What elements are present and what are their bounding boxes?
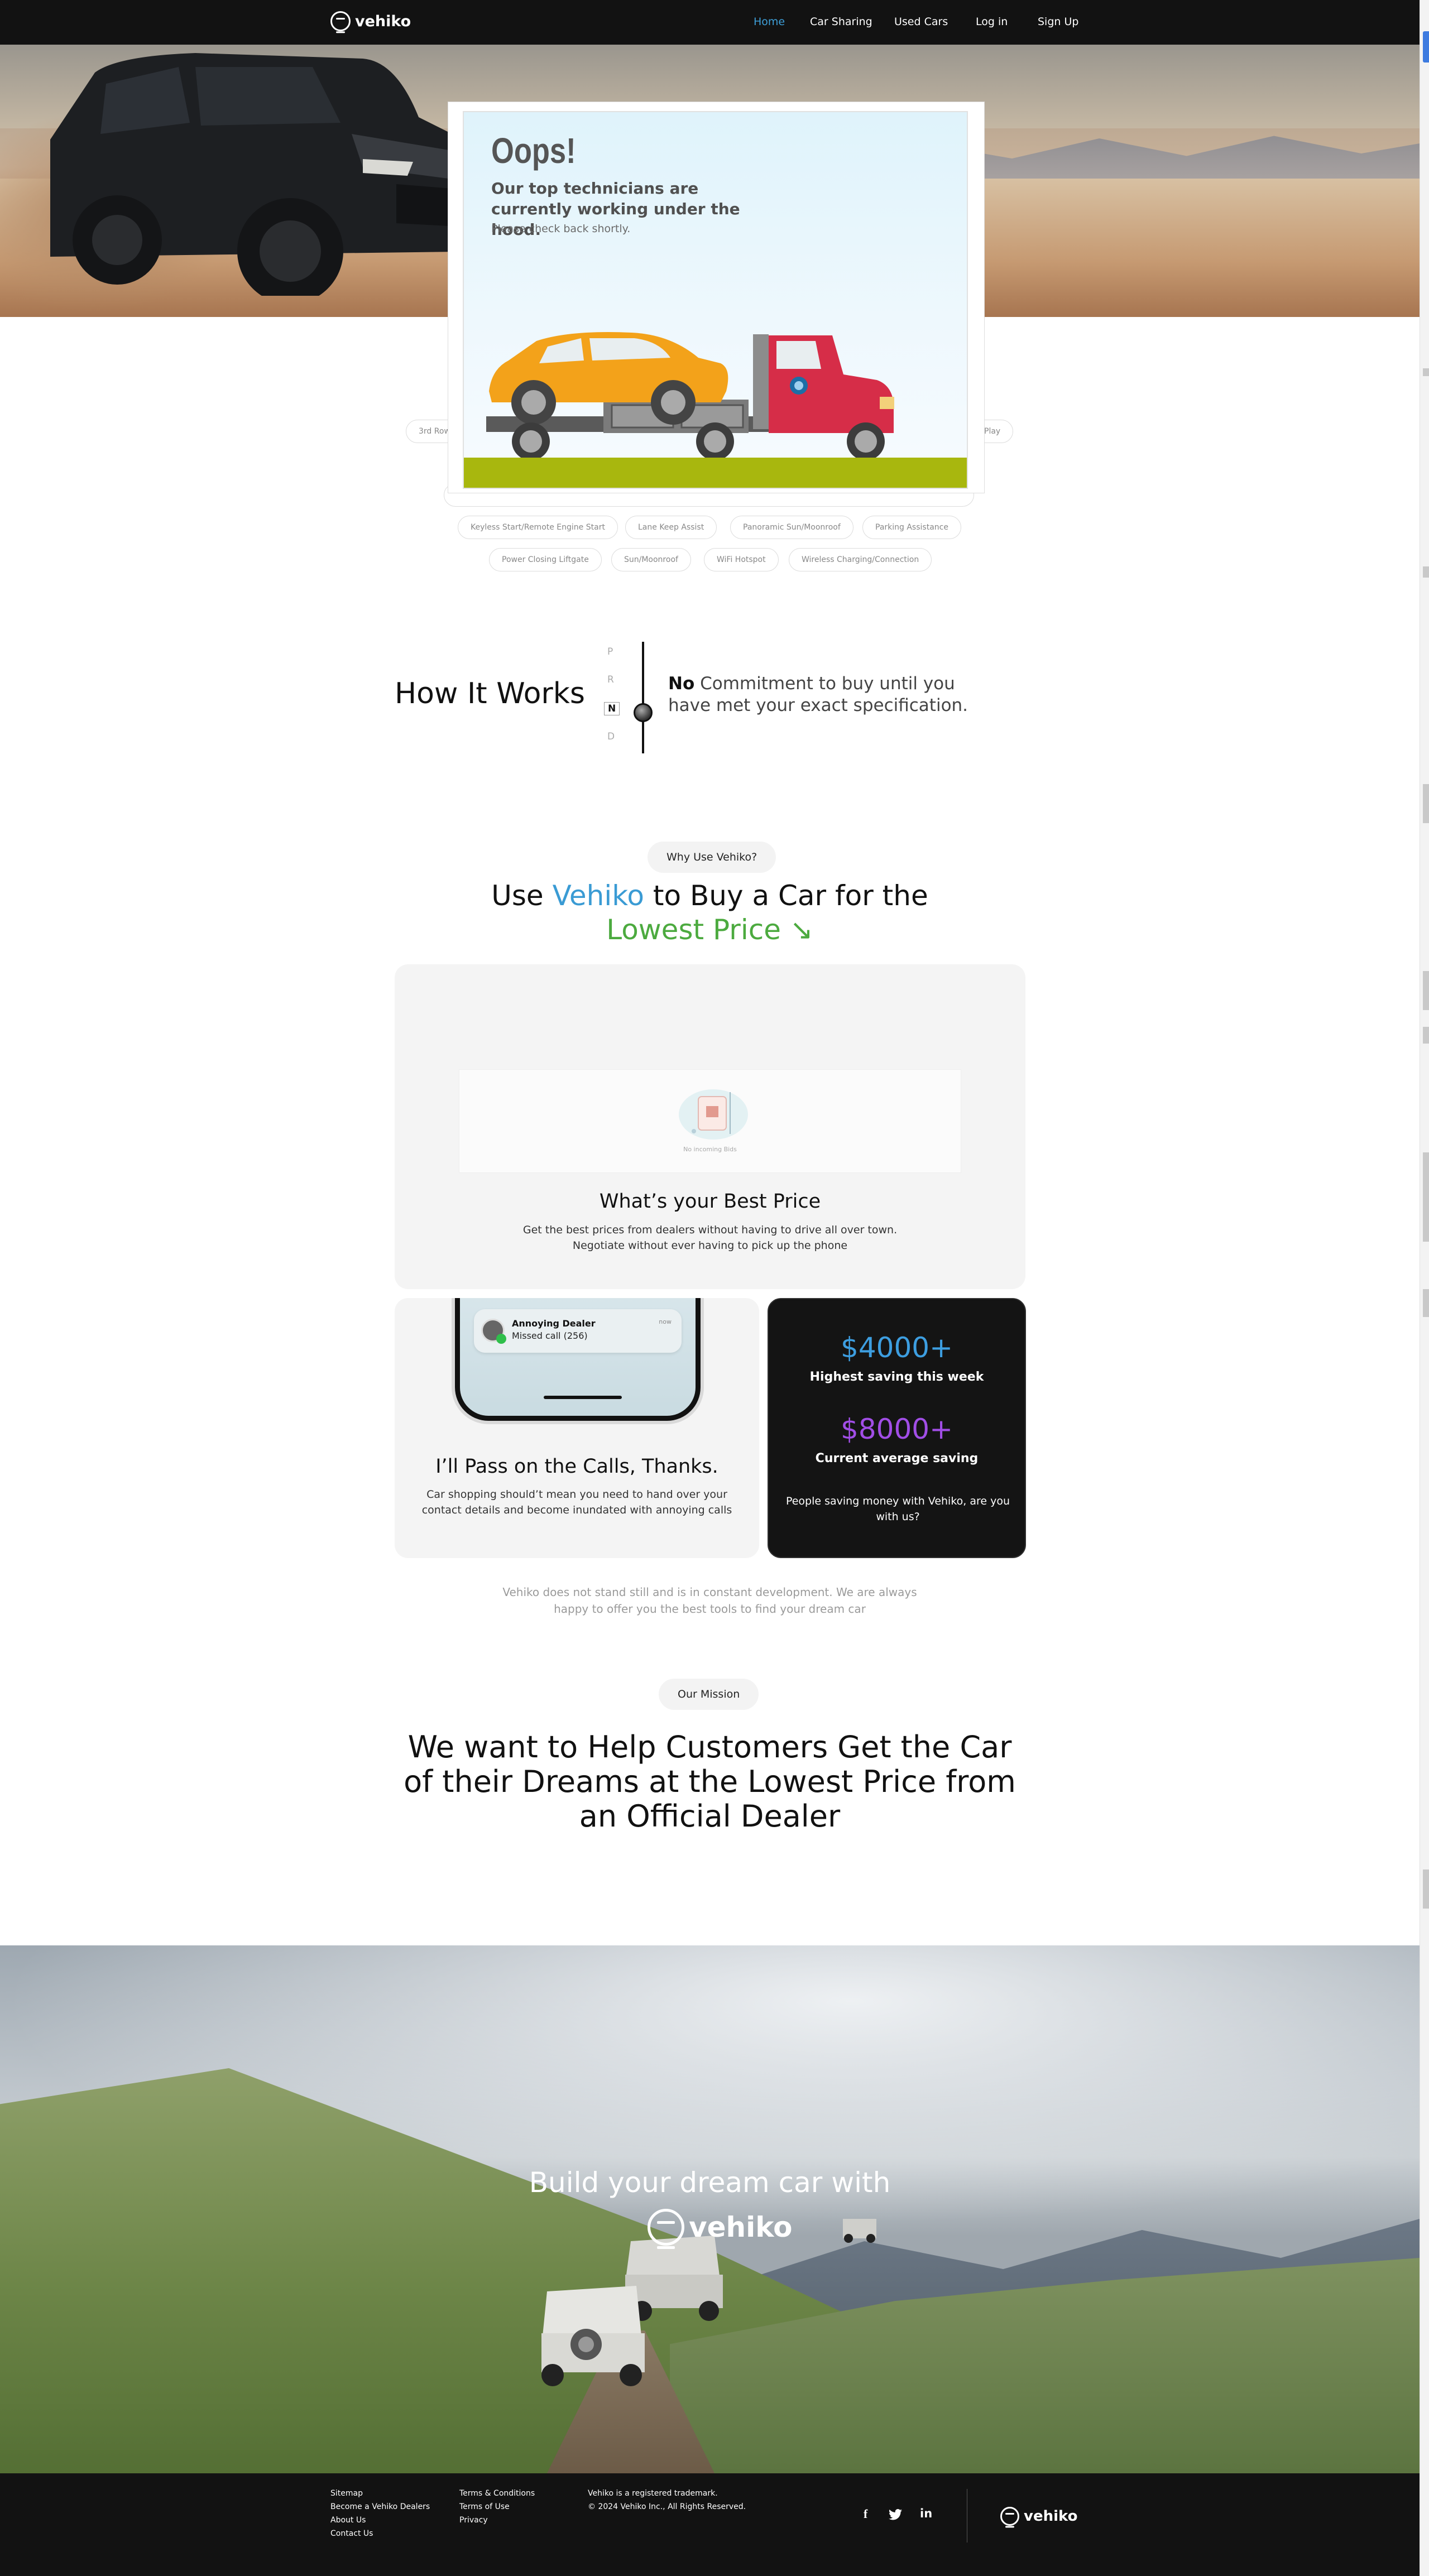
footer-brand-name: vehiko	[1024, 2508, 1078, 2525]
gear-n[interactable]: N	[604, 702, 620, 715]
scrollbar-marker	[1423, 1869, 1429, 1909]
highlight-word: No	[668, 674, 695, 694]
stat-highest-label: Highest saving this week	[809, 1370, 984, 1384]
footer-brand-logo[interactable]: vehiko	[1000, 2507, 1077, 2526]
brand-logo[interactable]: vehiko	[330, 11, 411, 31]
modal-note: Please check back shortly.	[491, 223, 631, 235]
nav-used-cars[interactable]: Used Cars	[894, 16, 948, 28]
gear-knob[interactable]	[634, 703, 653, 722]
linkedin-icon[interactable]: in	[920, 2507, 932, 2520]
footer-privacy[interactable]: Privacy	[459, 2516, 488, 2525]
modal-title: Oops!	[491, 131, 576, 171]
gear-selector[interactable]: P R N D	[597, 642, 653, 759]
banner-brand-logo: vehiko	[648, 2209, 793, 2246]
notification-title: Annoying Dealer	[512, 1318, 596, 1329]
nav-home[interactable]: Home	[754, 16, 785, 28]
page: { "nav": { "brand": "vehiko", "items": […	[0, 0, 1429, 2576]
maintenance-panel: Oops! Our top technicians are currently …	[463, 111, 968, 489]
gear-d[interactable]: D	[607, 731, 615, 742]
footer-contact-us[interactable]: Contact Us	[330, 2529, 373, 2538]
nav-sign-up[interactable]: Sign Up	[1038, 16, 1078, 28]
how-it-works-text: No Commitment to buy until you have met …	[668, 673, 981, 717]
best-price-text-1: Get the best prices from dealers without…	[522, 1224, 898, 1236]
feature-chip[interactable]: Power Closing Liftgate	[489, 548, 602, 571]
twitter-icon[interactable]	[889, 2509, 902, 2520]
scrollbar-marker	[1423, 1152, 1429, 1242]
banner-brand-name: vehiko	[689, 2211, 793, 2243]
how-it-works-title: How It Works	[395, 677, 585, 710]
stats-note: People saving money with Vehiko, are you…	[785, 1495, 1010, 1523]
facebook-icon[interactable]: f	[864, 2507, 867, 2521]
why-pill: Why Use Vehiko?	[648, 842, 776, 873]
best-price-card: No incoming Bids What’s your Best Price …	[395, 964, 1025, 1289]
footer-terms-of-use[interactable]: Terms of Use	[459, 2502, 510, 2511]
footer-become-dealer[interactable]: Become a Vehiko Dealers	[330, 2502, 430, 2511]
feature-chip[interactable]: Wireless Charging/Connection	[789, 548, 932, 571]
feature-chip[interactable]: Parking Assistance	[862, 516, 961, 539]
calls-text: Car shopping should’t mean you need to h…	[421, 1488, 732, 1516]
scrollbar-thumb[interactable]	[1423, 31, 1429, 63]
gear-p[interactable]: P	[607, 646, 613, 657]
missed-call-notification: Annoying Dealer Missed call (256) now	[474, 1309, 682, 1353]
lowest-price-text: Lowest Price ↘	[606, 914, 813, 946]
maintenance-modal: Oops! Our top technicians are currently …	[448, 102, 984, 493]
top-navbar: vehiko Home Car Sharing Used Cars Log in…	[0, 0, 1420, 45]
why-heading: Use Vehiko to Buy a Car for the Lowest P…	[491, 880, 928, 946]
feature-chip[interactable]: Keyless Start/Remote Engine Start	[458, 516, 618, 539]
footer-copyright: © 2024 Vehiko Inc., All Rights Reserved.	[588, 2502, 746, 2511]
scrollbar-marker	[1423, 784, 1429, 823]
stat-average-value: $8000+	[841, 1413, 953, 1445]
scrollbar-marker	[1423, 1289, 1429, 1317]
suv-photo	[50, 53, 505, 296]
feature-chip[interactable]: Panoramic Sun/Moonroof	[730, 516, 853, 539]
vehiko-logo-icon	[1000, 2507, 1019, 2526]
gear-track	[642, 642, 644, 753]
stat-average-label: Current average saving	[815, 1452, 979, 1465]
home-indicator	[544, 1396, 622, 1399]
brand-word: Vehiko	[552, 880, 645, 912]
brand-name: vehiko	[355, 12, 411, 30]
nav-log-in[interactable]: Log in	[976, 16, 1008, 28]
mission-pill: Our Mission	[659, 1679, 759, 1710]
feature-chip[interactable]: Lane Keep Assist	[625, 516, 717, 539]
best-price-text-2: Negotiate without ever having to pick up…	[572, 1239, 848, 1252]
savings-stats-card: $4000+ Highest saving this week $8000+ C…	[768, 1298, 1026, 1558]
scrollbar-marker	[1423, 368, 1429, 376]
site-footer: Sitemap Become a Vehiko Dealers About Us…	[0, 2473, 1420, 2576]
calls-card: Annoying Dealer Missed call (256) now I’…	[395, 1298, 759, 1558]
development-note: Vehiko does not stand still and is in co…	[502, 1585, 917, 1616]
empty-bids-text: No incoming Bids	[683, 1146, 737, 1153]
grass-strip	[464, 458, 967, 488]
footer-terms-conditions[interactable]: Terms & Conditions	[459, 2489, 535, 2498]
feature-chip[interactable]: WiFi Hotspot	[704, 548, 779, 571]
notification-body: Missed call (256)	[512, 1330, 588, 1341]
mission-heading: We want to Help Customers Get the Car of…	[404, 1729, 1016, 1834]
stat-highest-value: $4000+	[841, 1332, 953, 1364]
scrollbar-marker	[1423, 1027, 1429, 1044]
vehiko-logo-icon	[330, 11, 351, 31]
best-price-title: What’s your Best Price	[599, 1190, 821, 1213]
build-title: Build your dream car with	[529, 2166, 891, 2199]
page-scrollbar[interactable]	[1420, 0, 1429, 2576]
scrollbar-marker	[1423, 971, 1429, 1010]
phone-illustration: Annoying Dealer Missed call (256) now	[455, 1298, 701, 1421]
nav-car-sharing[interactable]: Car Sharing	[810, 16, 872, 28]
calls-title: I’ll Pass on the Calls, Thanks.	[435, 1455, 718, 1478]
whatsapp-icon	[496, 1334, 506, 1344]
empty-bids-icon	[679, 1089, 748, 1140]
notification-time: now	[659, 1318, 672, 1325]
gear-r[interactable]: R	[607, 674, 614, 685]
tow-truck-illustration	[486, 332, 894, 460]
footer-sitemap[interactable]: Sitemap	[330, 2489, 363, 2498]
scrollbar-marker	[1423, 566, 1429, 578]
bids-panel: No incoming Bids	[459, 1069, 961, 1173]
footer-about-us[interactable]: About Us	[330, 2516, 366, 2525]
footer-trademark: Vehiko is a registered trademark.	[588, 2489, 718, 2498]
feature-chip[interactable]: Sun/Moonroof	[611, 548, 691, 571]
how-it-works-body: Commitment to buy until you have met you…	[668, 674, 968, 715]
vehiko-logo-icon	[648, 2209, 684, 2246]
